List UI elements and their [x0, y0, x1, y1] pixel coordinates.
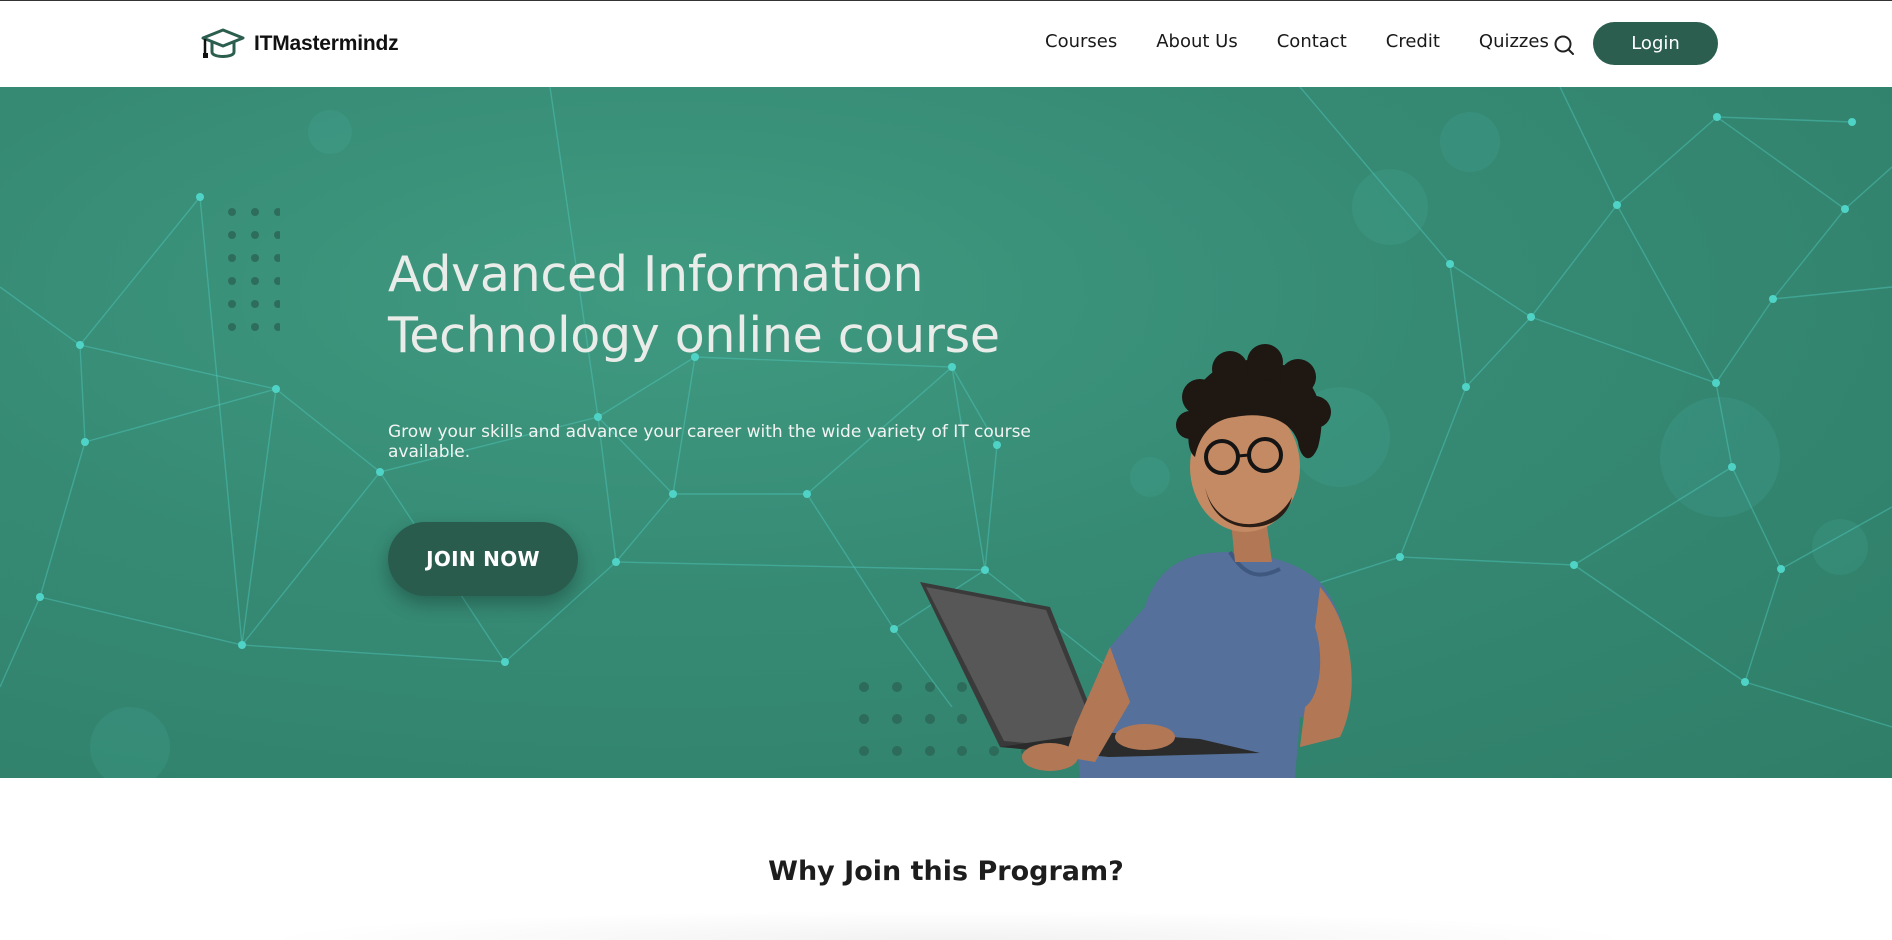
- nav-courses[interactable]: Courses: [1045, 31, 1117, 52]
- nav-contact[interactable]: Contact: [1277, 31, 1347, 52]
- dot-grid-decoration: [228, 208, 280, 331]
- hero-title-line1: Advanced Information: [388, 246, 924, 303]
- site-header: ITMastermindz Courses About Us Contact C…: [0, 1, 1892, 87]
- main-nav: Courses About Us Contact Credit Quizzes: [1045, 31, 1549, 52]
- student-with-laptop-image: [920, 344, 1352, 778]
- nav-credit[interactable]: Credit: [1386, 31, 1440, 52]
- brand-logo[interactable]: ITMastermindz: [200, 27, 399, 61]
- join-now-button[interactable]: JOIN NOW: [388, 522, 578, 596]
- cards-shadow-edge: [250, 910, 1650, 940]
- nav-quizzes[interactable]: Quizzes: [1479, 31, 1549, 52]
- graduation-cap-icon: [201, 28, 245, 58]
- brand-name: ITMastermindz: [254, 32, 399, 55]
- search-icon[interactable]: [1553, 34, 1575, 56]
- login-button[interactable]: Login: [1593, 22, 1718, 65]
- nav-about-us[interactable]: About Us: [1156, 31, 1238, 52]
- hero-banner: Advanced Information Technology online c…: [0, 87, 1892, 778]
- why-join-heading: Why Join this Program?: [768, 856, 1124, 887]
